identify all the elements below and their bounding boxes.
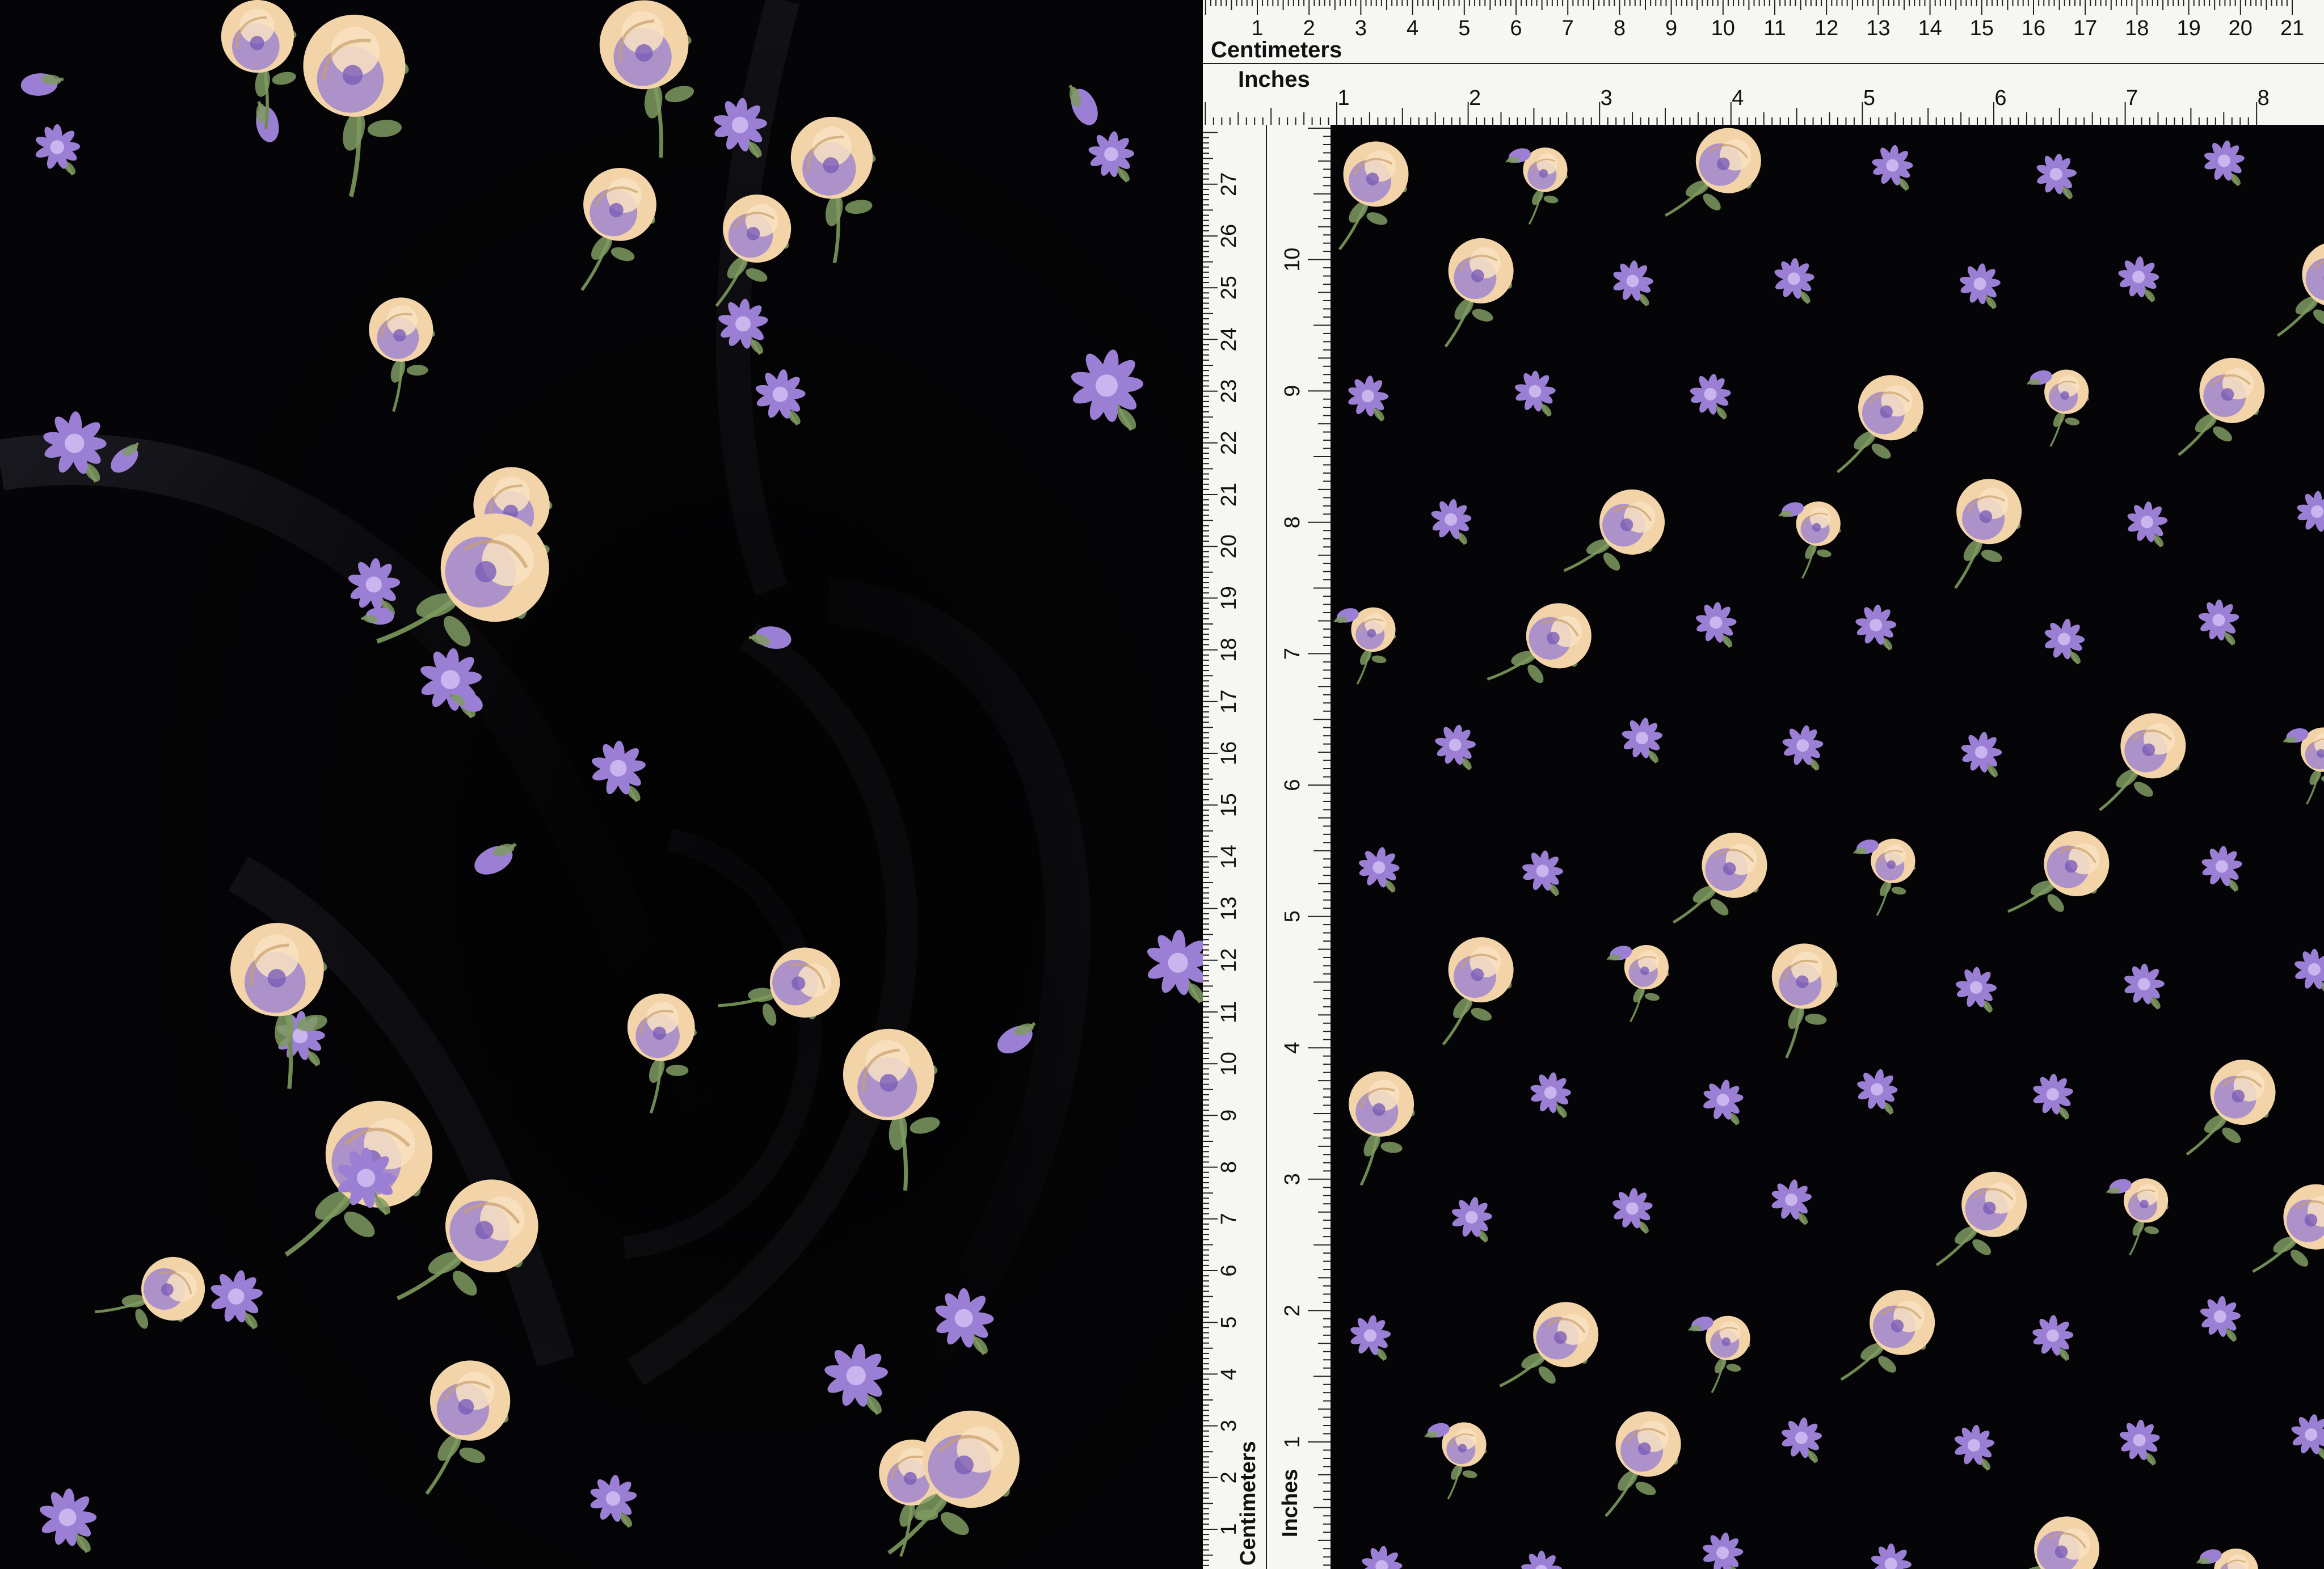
ruler-in-number: 1 xyxy=(1281,1436,1304,1448)
ruler-cm-number: 17 xyxy=(2073,16,2097,40)
ruler-cm-number: 16 xyxy=(2022,16,2045,40)
ruler-in-number: 1 xyxy=(1337,86,1349,110)
ruler-cm-number: 22 xyxy=(1217,431,1241,455)
ruler-in-number: 2 xyxy=(1281,1305,1304,1317)
ruler-cm-number: 1 xyxy=(1251,16,1263,40)
ruler-left-cm-ticks xyxy=(1203,132,1218,1566)
ruler-cm-number: 16 xyxy=(1217,741,1241,765)
ruler-cm-number: 24 xyxy=(1217,327,1241,351)
ruler-in-number: 9 xyxy=(1281,385,1304,397)
ruler-in-number: 7 xyxy=(2126,86,2138,110)
ruler-left: 1 2 3 4 5 6 7 8 9 10 11 12 13 14 15 16 17 18 19 20 21 22 23 24 2… xyxy=(1203,125,1331,1569)
ruler-top: 1 2 3 4 5 6 7 8 9 10 11 12 13 14 15 16 17 18 19 20 21 123456… xyxy=(1203,0,2324,125)
ruler-left-in-numbers: 1 2 3 4 5 6 7 8 9 10 xyxy=(1281,247,1304,1448)
ruler-in-number: 2 xyxy=(1469,86,1481,110)
ruler-cm-number: 15 xyxy=(1217,793,1241,817)
ruler-cm-number: 9 xyxy=(1217,1110,1241,1121)
ruler-top-cm-ticks xyxy=(1205,0,2293,15)
ruler-left-cm-numbers: 1234567891011121314151617181920212223242… xyxy=(1217,172,1241,1536)
ruler-cm-number: 8 xyxy=(1217,1161,1241,1173)
ruler-cm-number: 17 xyxy=(1217,690,1241,714)
ruler-top-cm-numbers: 1 2 3 4 5 6 7 8 9 10 11 12 13 14 15 16 17 18 19 20 21 xyxy=(1251,16,2304,40)
ruler-cm-number: 27 xyxy=(1217,172,1241,196)
ruler-in-number: 3 xyxy=(1601,86,1613,110)
ruler-cm-number: 2 xyxy=(1303,16,1315,40)
ruler-left-in-label: Inches xyxy=(1278,1469,1302,1537)
fabric-swatch-draped xyxy=(0,0,1203,1569)
ruler-cm-number: 6 xyxy=(1217,1264,1241,1276)
ruler-cm-number: 19 xyxy=(1217,586,1241,610)
ruler-in-number: 10 xyxy=(1281,247,1304,271)
ruler-cm-number: 18 xyxy=(2125,16,2149,40)
ruler-top-in-numbers: 1 2 3 4 5 6 7 8 xyxy=(1337,86,2269,110)
ruler-cm-number: 13 xyxy=(1217,896,1241,920)
ruler-cm-number: 5 xyxy=(1217,1317,1241,1328)
ruler-cm-number: 8 xyxy=(1614,16,1626,40)
ruler-left-cm-label: Centimeters xyxy=(1236,1441,1260,1566)
ruler-in-number: 4 xyxy=(1732,86,1744,110)
ruler-top-in-ticks xyxy=(1205,102,2258,125)
ruler-cm-number: 11 xyxy=(1763,16,1786,40)
ruler-cm-number: 4 xyxy=(1217,1368,1241,1380)
ruler-in-number: 3 xyxy=(1281,1173,1304,1185)
ruler-in-number: 6 xyxy=(1994,86,2006,110)
ruler-in-number: 8 xyxy=(2258,86,2270,110)
ruler-in-number: 4 xyxy=(1281,1042,1304,1054)
ruler-top-in-label: Inches xyxy=(1238,67,1310,92)
ruler-cm-number: 10 xyxy=(1711,16,1735,40)
ruler-cm-number: 15 xyxy=(1970,16,1994,40)
ruler-cm-number: 21 xyxy=(2280,16,2304,40)
ruler-left-in-ticks xyxy=(1308,128,1331,1566)
ruler-cm-number: 18 xyxy=(1217,638,1241,661)
ruler-cm-number: 3 xyxy=(1217,1420,1241,1432)
ruler-top-scale: 1 2 3 4 5 6 7 8 9 10 11 12 13 14 15 16 17 18 19 20 21 123456… xyxy=(1203,0,2324,125)
ruler-cm-number: 14 xyxy=(1217,845,1241,868)
ruler-cm-number: 19 xyxy=(2176,16,2200,40)
ruler-in-number: 5 xyxy=(1281,910,1304,922)
ruler-cm-number: 23 xyxy=(1217,379,1241,403)
ruler-cm-number: 14 xyxy=(1918,16,1942,40)
fabric-base xyxy=(1331,125,2324,1569)
fabric-swatch-flat xyxy=(1331,125,2324,1569)
ruler-left-scale: 1234567891011121314151617181920212223242… xyxy=(1203,125,1331,1569)
ruler-cm-number: 12 xyxy=(1814,16,1838,40)
ruler-cm-number: 25 xyxy=(1217,276,1241,300)
ruler-cm-number: 20 xyxy=(2229,16,2253,40)
ruler-cm-number: 7 xyxy=(1562,16,1574,40)
ruler-cm-number: 10 xyxy=(1217,1052,1241,1075)
fabric-photo-composite: 1 2 3 4 5 6 7 8 9 10 11 12 13 14 15 16 17 18 19 20 21 123456… xyxy=(0,0,2324,1569)
ruler-in-number: 7 xyxy=(1281,648,1304,660)
ruler-cm-number: 12 xyxy=(1217,948,1241,972)
ruler-in-number: 5 xyxy=(1863,86,1875,110)
ruler-cm-number: 13 xyxy=(1866,16,1890,40)
ruler-cm-number: 4 xyxy=(1407,16,1418,40)
ruler-cm-number: 9 xyxy=(1665,16,1677,40)
ruler-cm-number: 21 xyxy=(1217,483,1241,507)
ruler-cm-number: 5 xyxy=(1458,16,1470,40)
ruler-cm-number: 3 xyxy=(1355,16,1367,40)
ruler-cm-number: 26 xyxy=(1217,224,1241,248)
ruler-cm-number: 6 xyxy=(1510,16,1522,40)
ruler-in-number: 6 xyxy=(1281,779,1304,791)
ruler-cm-number: 11 xyxy=(1217,1001,1241,1023)
ruler-cm-number: 7 xyxy=(1217,1213,1241,1225)
ruler-in-number: 8 xyxy=(1281,516,1304,528)
ruler-top-cm-label: Centimeters xyxy=(1211,37,1342,62)
ruler-cm-number: 20 xyxy=(1217,534,1241,558)
